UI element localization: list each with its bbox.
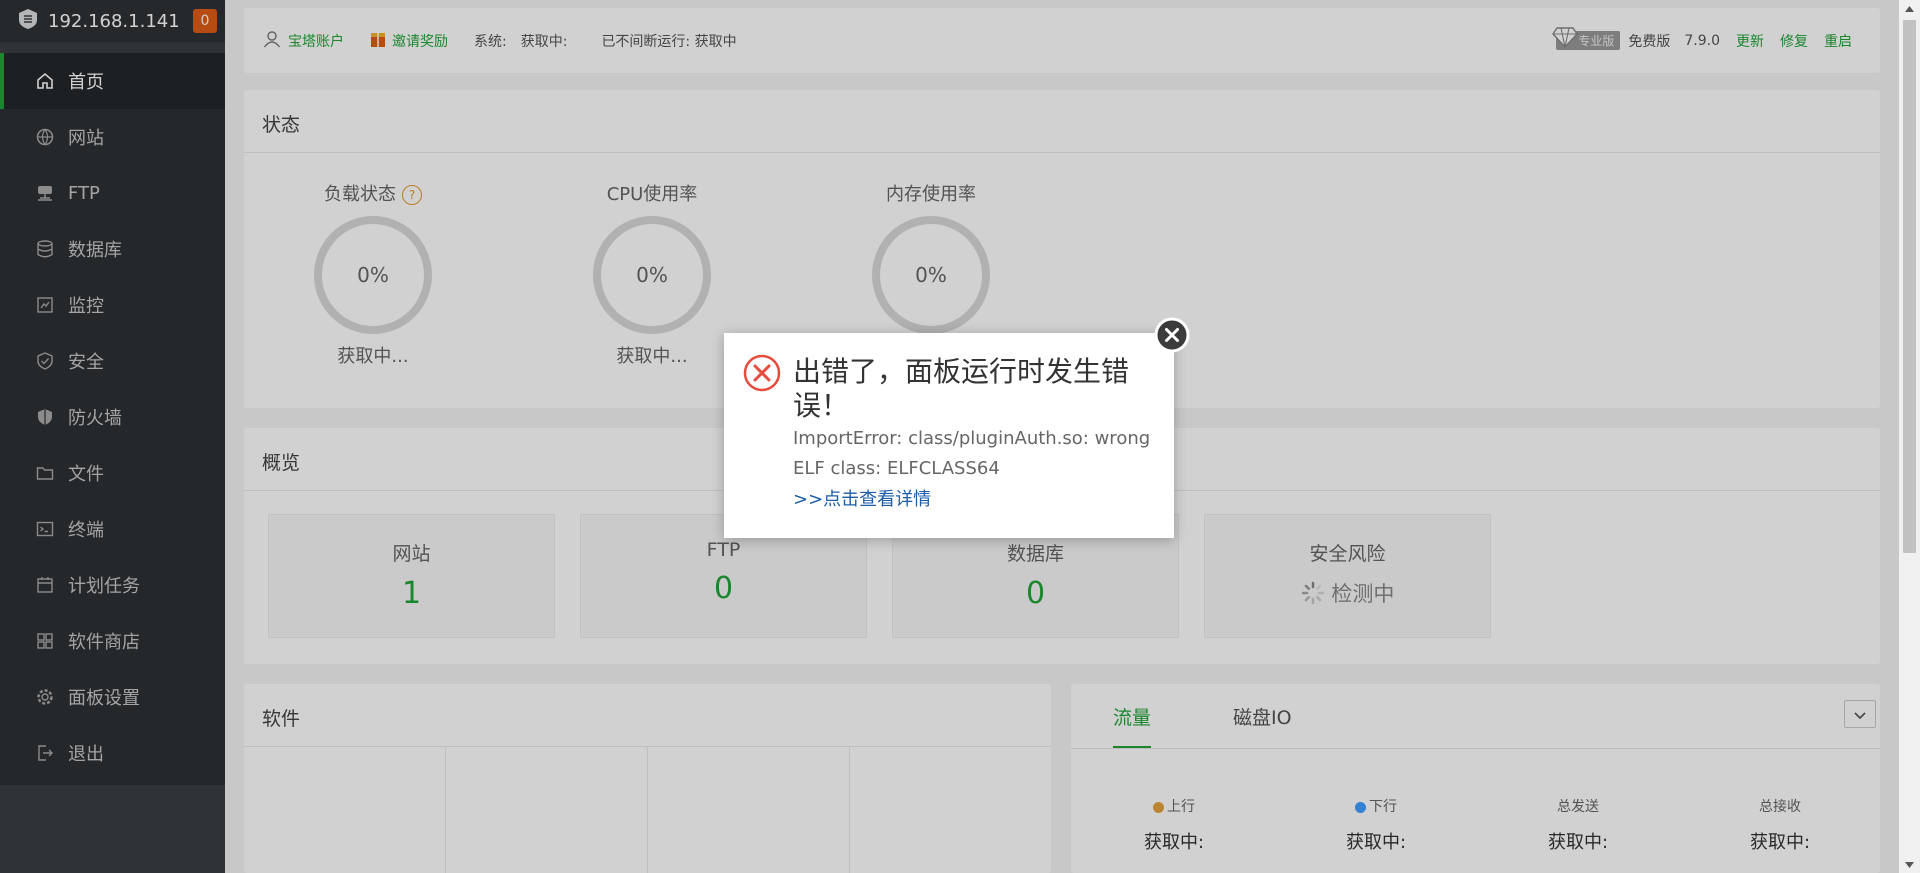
scroll-down-arrow-icon[interactable] — [1899, 856, 1920, 873]
dialog-close-button[interactable] — [1154, 317, 1190, 353]
scrollbar-thumb[interactable] — [1903, 20, 1916, 553]
close-icon — [1154, 317, 1190, 353]
error-dialog: 出错了，面板运行时发生错误！ ImportError: class/plugin… — [724, 317, 1190, 538]
dialog-title: 出错了，面板运行时发生错误！ — [793, 355, 1130, 422]
page-scrollbar[interactable] — [1899, 0, 1920, 873]
scroll-up-arrow-icon[interactable] — [1899, 0, 1920, 17]
error-icon — [742, 353, 782, 397]
dialog-message: ImportError: class/pluginAuth.so: wrong … — [793, 428, 1151, 479]
view-details-link[interactable]: >>点击查看详情 — [793, 485, 931, 511]
